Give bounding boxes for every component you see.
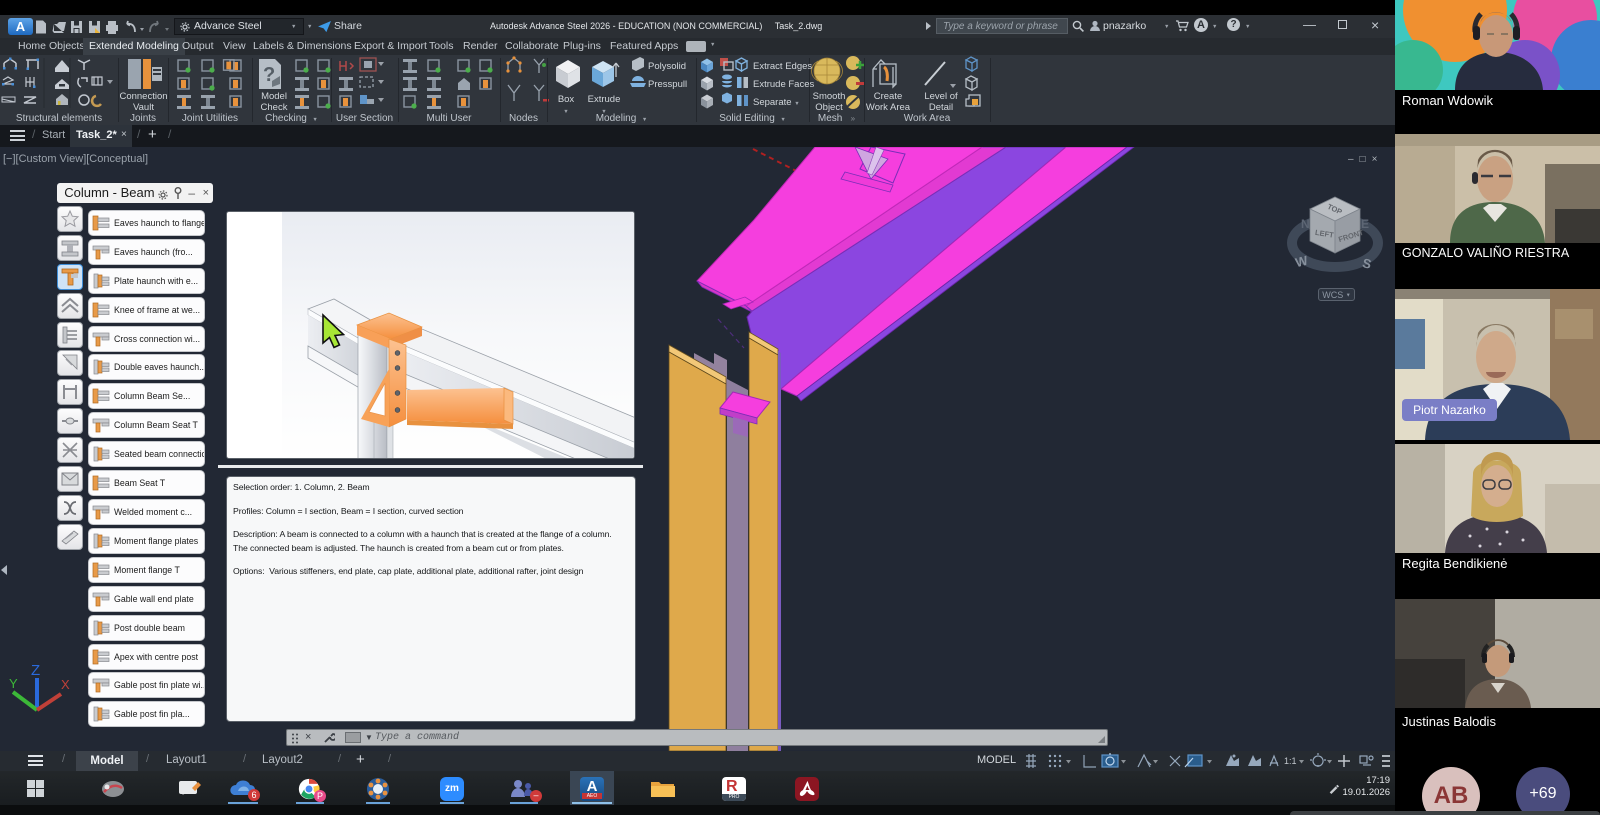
svg-text:N: N <box>1301 217 1310 231</box>
svg-text:Z: Z <box>31 662 40 679</box>
svg-text:Y: Y <box>9 676 18 691</box>
svg-text:X: X <box>61 677 70 692</box>
svg-text:1:1: 1:1 <box>1284 756 1297 766</box>
svg-text:W: W <box>1294 252 1310 270</box>
